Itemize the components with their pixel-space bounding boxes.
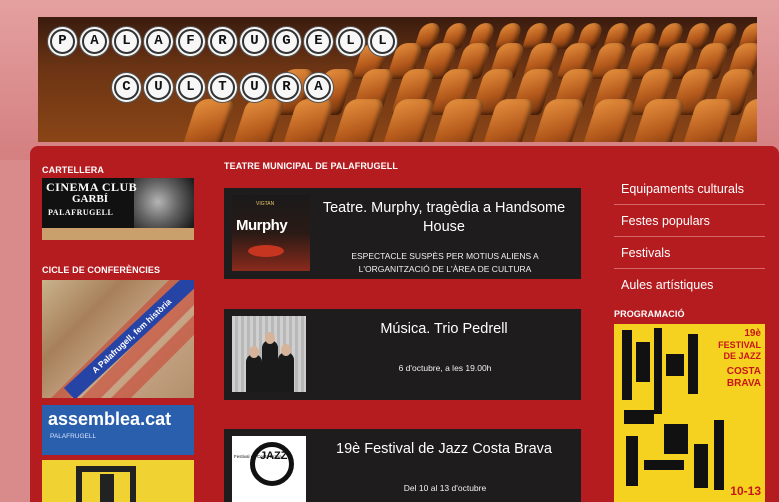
logo-letter: E [306, 29, 331, 54]
seat-shape [378, 99, 436, 142]
poster-shape [636, 342, 650, 382]
logo-letter: A [146, 29, 171, 54]
event-thumbnail [232, 316, 306, 392]
thumb-title: JAZZ [260, 450, 288, 462]
seat-shape [228, 99, 286, 142]
menu-equipaments[interactable]: Equipaments culturals [614, 174, 765, 205]
cinema-club-line3: PALAFRUGELL [48, 208, 114, 217]
thumb-title: Murphy [236, 217, 288, 234]
stage-shape [248, 245, 284, 257]
logo-letter: L [338, 29, 363, 54]
programacio-heading: PROGRAMACIÓ [614, 309, 685, 319]
poster-number: 19è [744, 328, 761, 339]
menu-festivals[interactable]: Festivals [614, 238, 765, 269]
assemblea-name: assemblea.cat [48, 409, 172, 429]
poster-shape [626, 436, 638, 486]
assemblea-sub: PALAFRUGELL [50, 433, 97, 440]
header-banner[interactable]: PALAFRUGELLCULTURA [38, 17, 757, 142]
seat-shape [178, 99, 236, 142]
event-card-trio[interactable]: Música. Trio Pedrell 6 d'octubre, a les … [224, 309, 581, 400]
cinema-footer-bar [42, 228, 194, 240]
poster-line1: FESTIVAL [718, 340, 761, 350]
jazz-logo-ring [250, 442, 294, 486]
logo-letter: L [114, 29, 139, 54]
cartellera-heading: CARTELLERA [42, 165, 104, 175]
musician-head [249, 346, 259, 358]
event-subtitle: 6 d'octubre, a les 19.00h [398, 363, 492, 373]
poster-shape [688, 334, 698, 394]
cinema-club-banner[interactable]: CINEMA CLUB GARBÍ PALAFRUGELL [42, 178, 194, 240]
poster-shape [694, 444, 708, 488]
musician-head [281, 344, 291, 356]
event-thumbnail: VIGTAN Murphy [232, 195, 310, 271]
programacio-poster[interactable]: 19è FESTIVAL DE JAZZ COSTA BRAVA 10-13 [614, 324, 765, 502]
assemblea-banner[interactable]: assemblea.cat PALAFRUGELL [42, 405, 194, 455]
event-title[interactable]: 19è Festival de Jazz Costa Brava [312, 440, 576, 459]
logo-letter: R [210, 29, 235, 54]
logo-letter: U [146, 75, 171, 100]
menu-festes[interactable]: Festes populars [614, 206, 765, 237]
seat-shape [578, 99, 636, 142]
logo-letter: L [178, 75, 203, 100]
poster-shape [714, 420, 724, 490]
logo-letter: A [82, 29, 107, 54]
logo-letter: R [274, 75, 299, 100]
musician-figure [246, 354, 262, 392]
menu-aules[interactable]: Aules artístiques [614, 270, 765, 301]
cinema-club-line2: GARBÍ [72, 193, 109, 205]
poster-shape [664, 424, 688, 454]
poster-line4: BRAVA [726, 378, 761, 389]
logo-letter: C [114, 75, 139, 100]
poster-shape [622, 330, 632, 400]
poster-shape [624, 410, 654, 424]
poster-shape [666, 354, 684, 376]
event-thumbnail: Festival de Costa Brava JAZZ [232, 436, 306, 502]
poster-shape [644, 460, 684, 470]
musician-head [265, 332, 275, 344]
logo-letter: G [274, 29, 299, 54]
event-title[interactable]: Música. Trio Pedrell [312, 320, 576, 339]
cicle-heading: CICLE DE CONFERÈNCIES [42, 265, 161, 275]
musician-figure [262, 340, 278, 392]
logo-letter: A [306, 75, 331, 100]
poster-line3: COSTA [726, 366, 761, 377]
yellow-banner[interactable] [42, 460, 194, 502]
event-subtitle: Del 10 al 13 d'octubre [403, 483, 487, 493]
event-title[interactable]: Teatre. Murphy, tragèdia a Handsome Hous… [312, 199, 576, 237]
section-title: TEATRE MUNICIPAL DE PALAFRUGELL [224, 161, 398, 171]
logo-letter: L [370, 29, 395, 54]
logo-shape [100, 474, 114, 502]
logo-letter: P [50, 29, 75, 54]
event-subtitle: ESPECTACLE SUSPÈS PER MOTIUS ALIENS A L'… [351, 251, 539, 274]
logo-letter: T [210, 75, 235, 100]
poster-line2: DE JAZZ [723, 351, 761, 361]
poster-shape [654, 328, 662, 414]
logo-letter: U [242, 29, 267, 54]
poster-dates: 10-13 [730, 484, 761, 498]
musician-figure [278, 352, 294, 392]
cicle-conferencies-banner[interactable]: A Palafrugell, fem història [42, 280, 194, 398]
event-card-murphy[interactable]: VIGTAN Murphy Teatre. Murphy, tragèdia a… [224, 188, 581, 279]
logo-letter: U [242, 75, 267, 100]
event-card-jazz[interactable]: Festival de Costa Brava JAZZ 19è Festiva… [224, 429, 581, 502]
thumb-small-text: VIGTAN [256, 201, 275, 207]
logo-letter: F [178, 29, 203, 54]
